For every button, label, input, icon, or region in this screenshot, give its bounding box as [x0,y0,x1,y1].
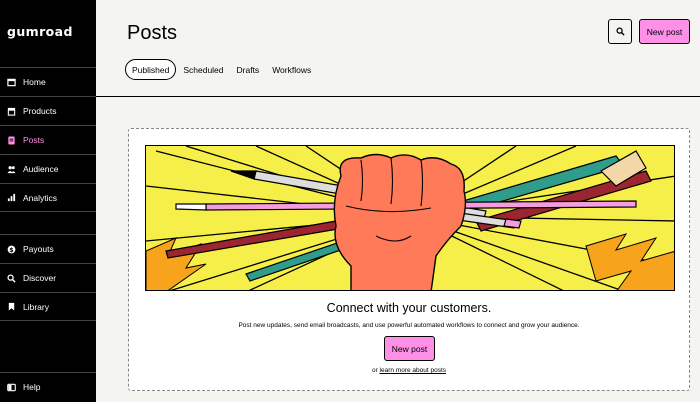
archive-icon [7,107,16,116]
sidebar: GUMROAD Home Products Posts Audience Ana… [0,0,96,402]
learn-more-link[interactable]: learn more about posts [380,367,446,374]
page-header: Posts New post Published Scheduled Draft… [96,0,700,97]
sidebar-item-label: Help [23,382,41,392]
tab-published[interactable]: Published [125,59,177,80]
fist-with-pens-illustration [145,145,675,291]
tab-drafts[interactable]: Drafts [231,59,266,80]
bookmark-icon [7,302,16,311]
tab-workflows[interactable]: Workflows [266,59,317,80]
new-post-button[interactable]: New post [639,19,690,44]
learn-more-line: or learn more about posts [129,367,689,374]
sidebar-item-label: Library [23,301,49,312]
sidebar-item-label: Analytics [23,192,58,203]
sidebar-item-label: Products [23,106,57,116]
empty-state-card: Connect with your customers. Post new up… [128,128,690,391]
learn-more-prefix: or [371,367,378,374]
page-title: Posts [127,22,178,44]
bar-chart-icon [7,193,16,202]
sidebar-item-label: Audience [23,164,59,174]
gumroad-logo[interactable]: GUMROAD [7,24,73,39]
help-icon [7,383,16,392]
sidebar-item-label: Payouts [23,244,54,254]
sidebar-item-label: Home [23,77,46,87]
sidebar-item-library[interactable]: Library [0,292,96,321]
sidebar-item-products[interactable]: Products [0,96,96,125]
sidebar-item-help[interactable]: Help [0,372,96,401]
people-icon [7,165,16,174]
posts-tabs: Published Scheduled Drafts Workflows [125,59,318,80]
empty-state-description: Post new updates, send email broadcasts,… [238,322,580,329]
search-button[interactable] [608,19,632,44]
sidebar-item-analytics[interactable]: Analytics [0,183,96,212]
svg-text:$: $ [9,246,13,253]
tab-scheduled[interactable]: Scheduled [177,59,229,80]
sidebar-item-posts[interactable]: Posts [0,125,96,154]
empty-state-title: Connect with your customers. [326,301,492,315]
sidebar-item-home[interactable]: Home [0,67,96,96]
sidebar-item-audience[interactable]: Audience [0,154,96,183]
home-icon [7,78,16,87]
search-icon [615,23,625,41]
new-post-cta-button[interactable]: New post [384,336,435,361]
search-icon [7,273,16,283]
sidebar-item-label: Posts [23,135,45,145]
sidebar-item-payouts[interactable]: $ Payouts [0,234,96,263]
sidebar-item-label: Discover [23,273,57,283]
dollar-icon: $ [7,245,16,254]
sidebar-item-discover[interactable]: Discover [0,263,96,292]
posts-icon [7,135,16,145]
